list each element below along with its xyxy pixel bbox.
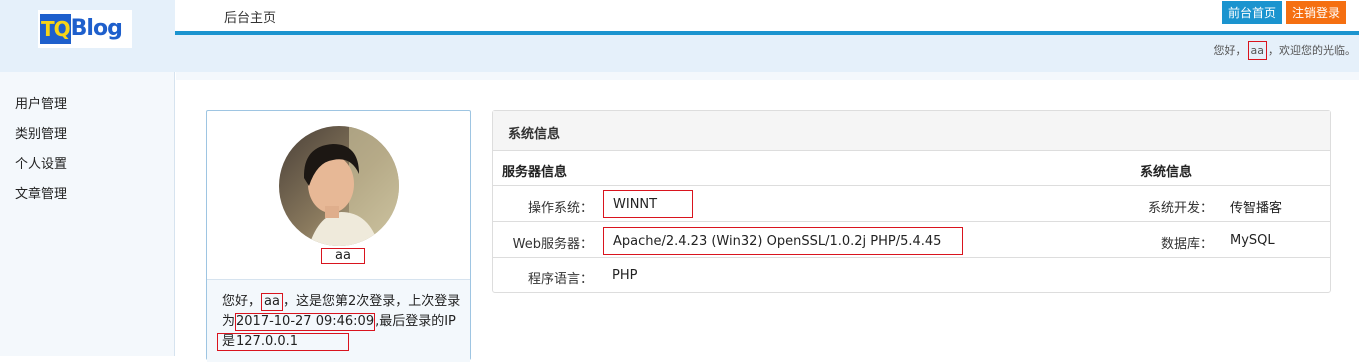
web-server-label: Web服务器： bbox=[512, 237, 593, 252]
sidebar: 用户管理 类别管理 个人设置 文章管理 bbox=[0, 72, 175, 356]
page-title: 后台主页 bbox=[224, 11, 277, 26]
server-info-column-header: 服务器信息 bbox=[502, 165, 568, 180]
logo-blog: Blog bbox=[70, 16, 123, 41]
last-login-time: 2017-10-27 09:46:09 bbox=[235, 313, 376, 331]
os-label: 操作系统： bbox=[527, 201, 593, 216]
logo-tq: TQ bbox=[40, 14, 71, 44]
system-info-title: 系统信息 bbox=[508, 127, 561, 142]
login-info-username: aa bbox=[261, 293, 283, 311]
database-value: MySQL bbox=[1230, 233, 1275, 248]
logout-button[interactable]: 注销登录 bbox=[1286, 1, 1346, 24]
system-info-column-header: 系统信息 bbox=[1140, 165, 1193, 180]
os-value: WINNT bbox=[603, 190, 693, 218]
site-logo[interactable]: TQ Blog bbox=[38, 10, 132, 48]
system-info-header: 系统信息 bbox=[493, 111, 1330, 151]
header-accent-bar bbox=[175, 31, 1359, 35]
sidebar-item-personal-settings[interactable]: 个人设置 bbox=[15, 153, 67, 172]
sidebar-item-categories[interactable]: 类别管理 bbox=[15, 123, 67, 142]
row-divider bbox=[493, 257, 1330, 258]
developer-value: 传智播客 bbox=[1230, 201, 1283, 216]
profile-card: aa 您好， aa ，这是您第2次登录，上次登录为2017-10-27 09:46:… bbox=[206, 110, 471, 362]
avatar bbox=[279, 126, 399, 246]
welcome-message: 您好， aa ，欢迎您的光临。 bbox=[1214, 41, 1356, 60]
main-top-strip bbox=[176, 72, 1359, 80]
web-server-value: Apache/2.4.23 (Win32) OpenSSL/1.0.2j PHP… bbox=[603, 227, 963, 255]
developer-label: 系统开发： bbox=[1147, 201, 1213, 216]
row-divider bbox=[493, 185, 1330, 186]
login-info-greeting: 您好， bbox=[222, 294, 262, 309]
welcome-username: aa bbox=[1247, 41, 1267, 60]
language-value: PHP bbox=[612, 268, 638, 283]
front-home-button[interactable]: 前台首页 bbox=[1222, 1, 1282, 24]
database-label: 数据库： bbox=[1160, 237, 1213, 252]
avatar-photo bbox=[279, 126, 399, 246]
sidebar-item-users[interactable]: 用户管理 bbox=[15, 93, 67, 112]
profile-login-info: 您好， aa ，这是您第2次登录，上次登录为2017-10-27 09:46:09,… bbox=[207, 279, 470, 362]
language-label: 程序语言： bbox=[527, 272, 593, 287]
login-info-text: 您好， aa ，这是您第2次登录，上次登录为2017-10-27 09:46:09,… bbox=[217, 292, 462, 352]
header: TQ Blog 后台主页 前台首页 注销登录 您好， aa ，欢迎您的光临。 bbox=[0, 0, 1359, 72]
system-info-panel: 系统信息 服务器信息 系统信息 操作系统： WINNT 系统开发： 传智播客 W… bbox=[492, 110, 1331, 293]
welcome-suffix: ，欢迎您的光临。 bbox=[1268, 44, 1356, 57]
sidebar-item-articles[interactable]: 文章管理 bbox=[15, 183, 67, 202]
last-login-ip: 127.0.0.1 bbox=[217, 333, 350, 351]
row-divider bbox=[493, 221, 1330, 222]
welcome-prefix: 您好， bbox=[1213, 44, 1247, 57]
header-top-strip bbox=[175, 0, 1359, 31]
profile-username: aa bbox=[321, 248, 365, 264]
